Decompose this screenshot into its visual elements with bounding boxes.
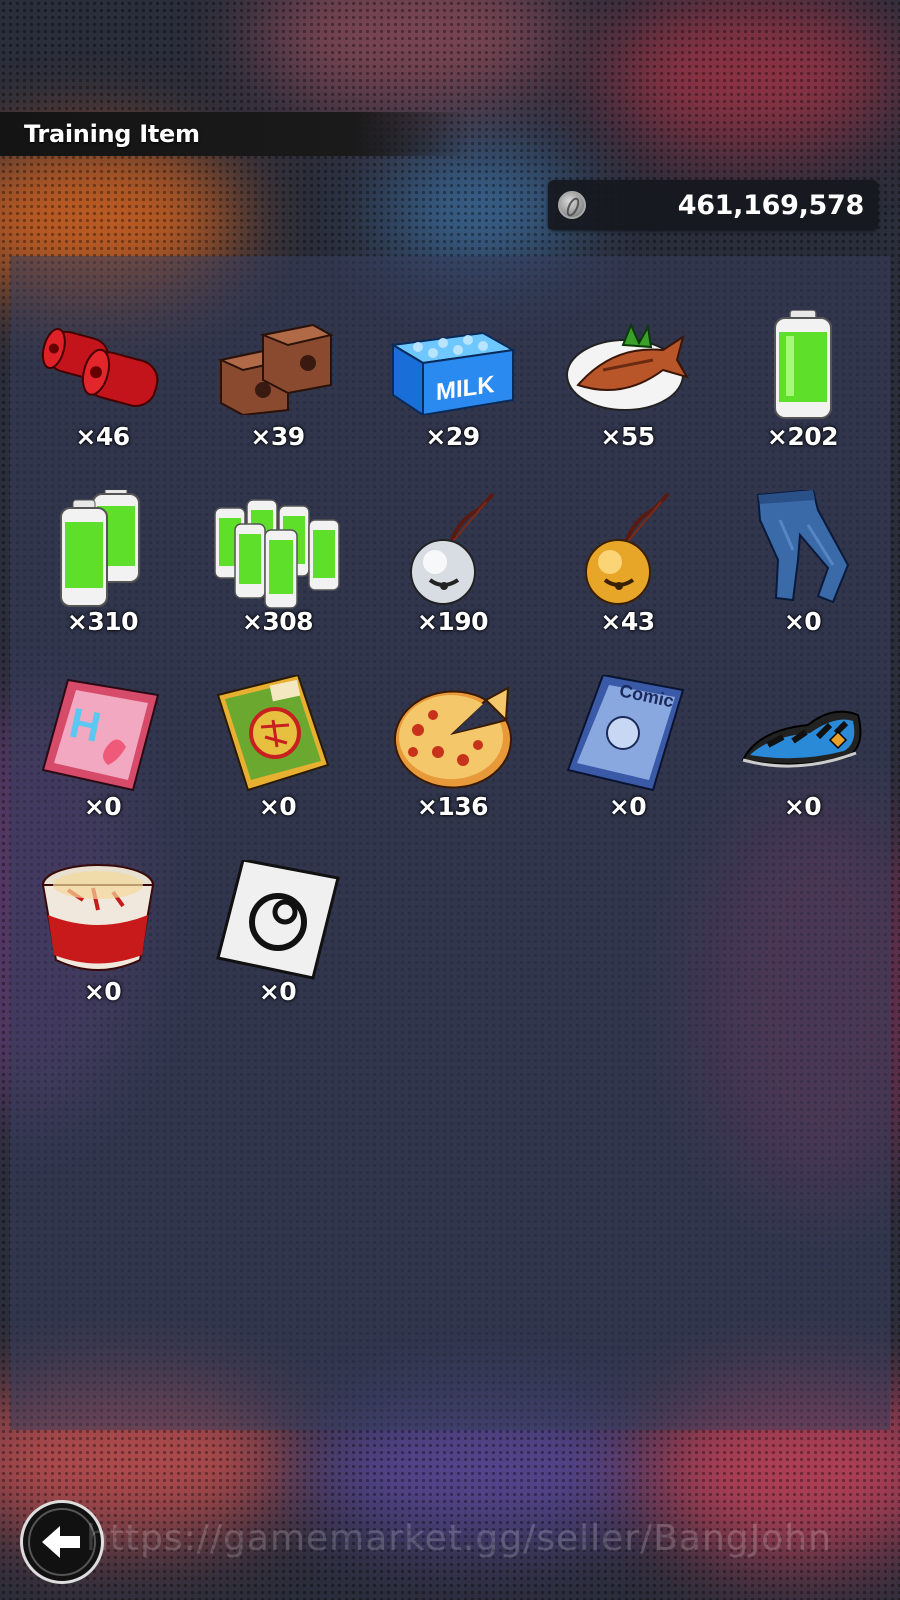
comic-book-icon: Comic (563, 675, 693, 792)
item-count: ×0 (258, 977, 297, 1006)
item-count: ×0 (608, 792, 647, 821)
item-count: ×136 (416, 792, 489, 821)
item-cup-noodles[interactable]: ×0 (15, 864, 190, 1013)
page-header: Training Item (0, 112, 470, 156)
item-count: ×0 (258, 792, 297, 821)
capsule-card-icon (213, 860, 343, 980)
item-battery-pack[interactable]: ×308 (190, 495, 365, 643)
item-h-magazine[interactable]: H ×0 (15, 678, 190, 828)
item-count: ×190 (416, 607, 489, 636)
item-count: ×0 (83, 977, 122, 1006)
silver-bell-icon (388, 492, 518, 605)
item-count: ×55 (600, 422, 655, 451)
item-count: ×308 (241, 607, 314, 636)
item-count: ×39 (250, 422, 305, 451)
currency-amount: 461,169,578 (677, 189, 865, 221)
jeans-icon (738, 490, 868, 605)
slipper-icon (738, 680, 868, 790)
brick-weights-icon (213, 310, 343, 420)
item-count: ×310 (66, 607, 139, 636)
item-count: ×43 (600, 607, 655, 636)
item-grilled-fish[interactable]: ×55 (540, 310, 715, 458)
item-brick-weights[interactable]: ×39 (190, 310, 365, 458)
battery-icon (738, 310, 868, 420)
item-count: ×46 (75, 422, 130, 451)
item-count: ×202 (766, 422, 839, 451)
item-battery-double[interactable]: ×310 (15, 490, 190, 643)
item-capsule-card[interactable]: ×0 (190, 860, 365, 1013)
item-blue-slipper[interactable]: ×0 (715, 680, 890, 828)
cup-noodles-icon (38, 864, 168, 975)
book-icon (213, 675, 343, 792)
item-milk-carton[interactable]: MILK ×29 (365, 310, 540, 458)
battery-double-icon (38, 490, 168, 607)
item-grid: ×46 ×39 MILK ×29 ×55 ×202 ×310 ×308 ×190… (15, 310, 890, 1013)
item-count: ×0 (783, 792, 822, 821)
magazine-icon: H (38, 678, 168, 792)
red-weights-icon (38, 310, 168, 420)
grilled-fish-icon (563, 310, 693, 420)
battery-pack-icon (213, 495, 343, 609)
item-jeans[interactable]: ×0 (715, 490, 890, 643)
watermark-text: https://gamemarket.gg/seller/BangJohn (86, 1518, 832, 1559)
item-gold-bell[interactable]: ×43 (540, 492, 715, 643)
item-red-weights[interactable]: ×46 (15, 310, 190, 458)
item-battery-single[interactable]: ×202 (715, 310, 890, 458)
item-count: ×0 (83, 792, 122, 821)
item-pizza[interactable]: ×136 (365, 680, 540, 828)
back-arrow-icon (42, 1526, 80, 1558)
page-title: Training Item (24, 120, 200, 148)
item-count: ×29 (425, 422, 480, 451)
item-joke-book[interactable]: ×0 (190, 675, 365, 828)
currency-display: 461,169,578 (548, 180, 878, 230)
item-silver-bell[interactable]: ×190 (365, 492, 540, 643)
pizza-icon (388, 680, 518, 790)
milk-carton-icon: MILK (388, 310, 518, 420)
silver-coin-icon (558, 191, 586, 219)
item-comic-book[interactable]: Comic ×0 (540, 675, 715, 828)
gold-bell-icon (563, 492, 693, 605)
item-count: ×0 (783, 607, 822, 636)
